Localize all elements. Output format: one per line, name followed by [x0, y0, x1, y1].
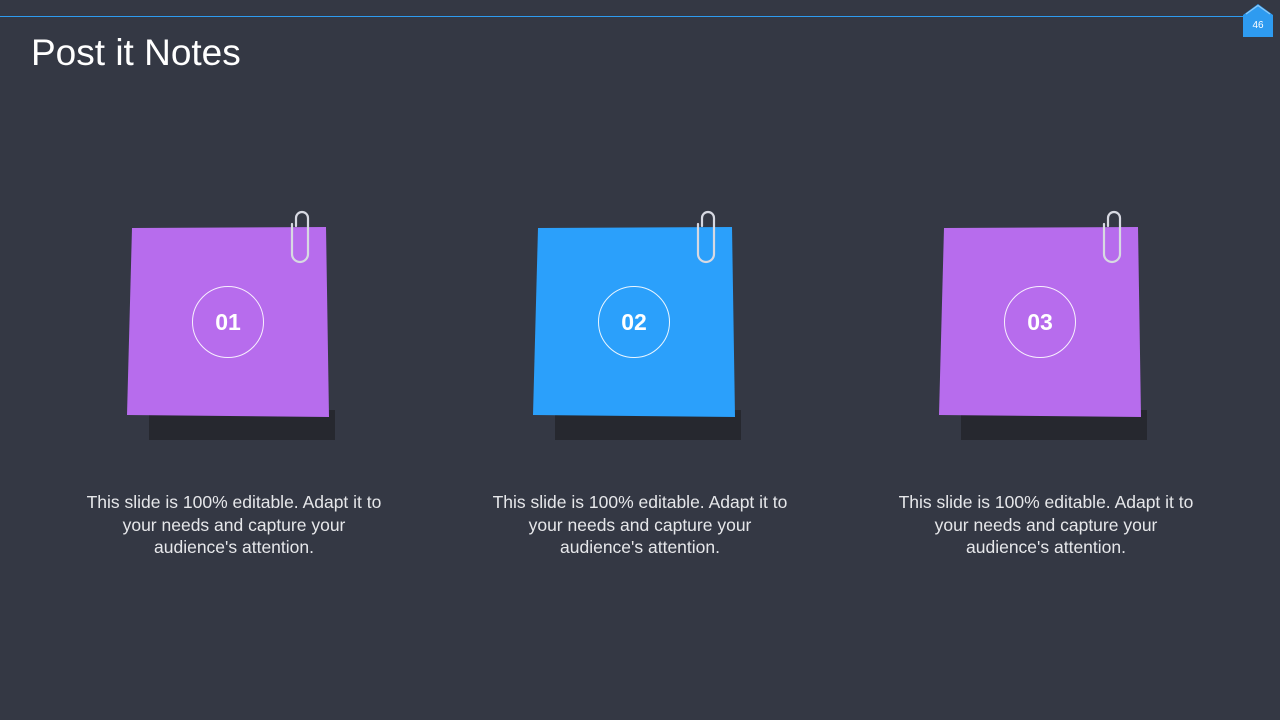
paperclip-icon — [696, 210, 716, 264]
post-it-note-1: 01 — [127, 210, 367, 450]
home-button[interactable]: 46 — [1243, 3, 1273, 37]
note-caption-1: This slide is 100% editable. Adapt it to… — [86, 492, 382, 557]
page-title: Post it Notes — [31, 32, 241, 73]
note-number: 03 — [1004, 286, 1076, 358]
paperclip-icon — [1102, 210, 1122, 264]
note-caption-2: This slide is 100% editable. Adapt it to… — [492, 492, 788, 557]
page-number: 46 — [1252, 20, 1264, 31]
note-caption-3: This slide is 100% editable. Adapt it to… — [898, 492, 1194, 557]
post-it-note-3: 03 — [939, 210, 1179, 450]
note-number: 01 — [192, 286, 264, 358]
header-divider — [0, 16, 1244, 17]
post-it-note-2: 02 — [533, 210, 773, 450]
note-number: 02 — [598, 286, 670, 358]
paperclip-icon — [290, 210, 310, 264]
